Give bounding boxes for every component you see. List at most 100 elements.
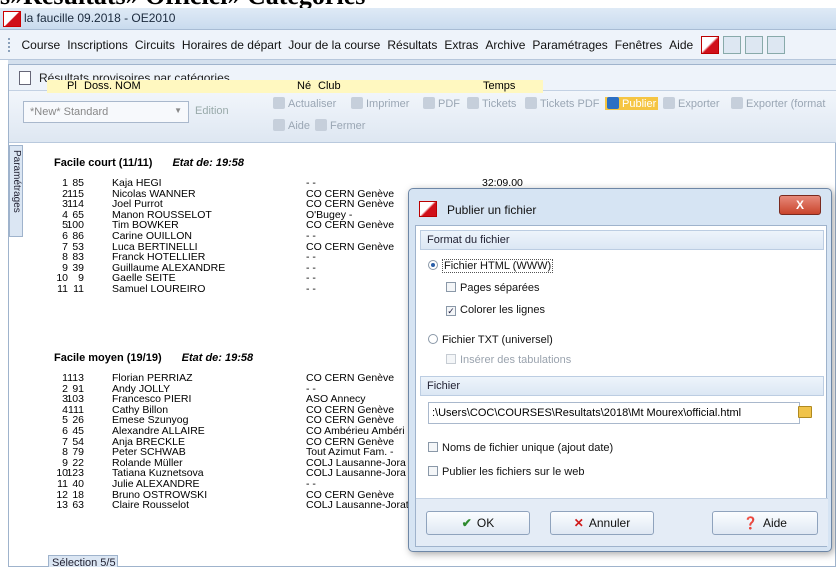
cell-club: CO CERN Genève: [306, 240, 395, 253]
dialog-close-button[interactable]: X: [779, 195, 821, 215]
txt-radio[interactable]: Fichier TXT (universel): [428, 334, 553, 346]
selection-status: Sélection 5/5: [48, 555, 118, 567]
format-group-header: Format du fichier: [420, 230, 824, 250]
export-format-icon: [731, 97, 743, 109]
dialog-title: Publier un fichier: [447, 203, 537, 217]
menu-archive[interactable]: Archive: [482, 38, 529, 52]
app-logo-icon: [3, 11, 21, 27]
publier-web-label: Publier les fichiers sur le web: [442, 466, 585, 478]
page-heading: s»Résultats» Officiel» Catégories: [0, 0, 365, 8]
layout-combo-value: *New* Standard: [30, 106, 109, 118]
annuler-button[interactable]: ✕ Annuler: [550, 511, 654, 535]
menu-parametrages[interactable]: Paramétrages: [529, 38, 611, 52]
pdf-button[interactable]: PDF: [423, 97, 460, 110]
help-icon: ❓: [743, 516, 758, 530]
checkbox-icon: [446, 282, 456, 292]
cell-club: COLJ Lausanne-Jora: [306, 467, 406, 480]
imprimer-label: Imprimer: [366, 98, 410, 110]
cell-club: CO CERN Genève: [306, 219, 395, 232]
publier-web-checkbox[interactable]: Publier les fichiers sur le web: [428, 466, 584, 478]
noms-unique-label: Noms de fichier unique (ajout date): [442, 442, 614, 454]
layout-combo[interactable]: *New* Standard ▼: [23, 101, 189, 123]
cell-club: - -: [306, 283, 316, 295]
tickets-pdf-button[interactable]: Tickets PDF: [525, 97, 600, 110]
cross-icon: ✕: [573, 516, 584, 530]
toolbar-icon-3[interactable]: [766, 35, 785, 54]
tickets-icon: [467, 97, 479, 109]
column-header: Pl Doss. NOM Né Club Temps: [47, 80, 543, 93]
parametrages-side-tab[interactable]: Paramétrages: [9, 145, 23, 237]
pages-separees-checkbox[interactable]: Pages séparées: [446, 282, 540, 294]
menu-aide[interactable]: Aide: [666, 38, 697, 52]
fichier-group-header: Fichier: [420, 376, 824, 396]
dialog-button-row: ✔ OK ✕ Annuler ❓ Aide: [416, 498, 828, 546]
menu-horaires[interactable]: Horaires de départ: [178, 38, 284, 52]
fermer-button[interactable]: Fermer: [315, 119, 365, 132]
actualiser-button[interactable]: Actualiser: [273, 97, 336, 110]
html-radio-label: Fichier HTML (WWW): [442, 259, 554, 273]
menu-circuits[interactable]: Circuits: [131, 38, 178, 52]
noms-unique-checkbox[interactable]: Noms de fichier unique (ajout date): [428, 442, 613, 454]
edition-label: Edition: [195, 105, 229, 117]
exporter-format-button[interactable]: Exporter (format: [731, 97, 831, 110]
file-path-input[interactable]: :\Users\COC\COURSES\Resultats\2018\Mt Mo…: [428, 402, 800, 424]
export-icon: [663, 97, 675, 109]
col-temps: Temps: [483, 80, 516, 92]
category-etat: Etat de: 19:58: [181, 352, 254, 364]
colorer-lignes-checkbox[interactable]: ✓ Colorer les lignes: [446, 304, 545, 316]
screen: s»Résultats» Officiel» Catégories la fau…: [0, 0, 836, 567]
document-icon: [19, 71, 31, 85]
menu-resultats[interactable]: Résultats: [384, 38, 441, 52]
aide-toolbar-button[interactable]: Aide: [273, 119, 310, 132]
parametrages-side-tab-label: Paramétrages: [11, 150, 22, 213]
checkbox-icon: [428, 466, 438, 476]
colorer-lignes-label: Colorer les lignes: [460, 304, 545, 316]
annuler-label: Annuler: [588, 516, 631, 530]
aide-button[interactable]: ❓ Aide: [712, 511, 818, 535]
publier-button[interactable]: Publier: [605, 97, 659, 110]
dialog-titlebar: Publier un fichier X: [409, 189, 831, 223]
actualiser-label: Actualiser: [288, 98, 337, 110]
toolbar-icon-2[interactable]: [744, 35, 763, 54]
menu-extras[interactable]: Extras: [441, 38, 482, 52]
menu-inscriptions[interactable]: Inscriptions: [64, 38, 132, 52]
html-radio[interactable]: Fichier HTML (WWW): [428, 259, 554, 273]
ok-button[interactable]: ✔ OK: [426, 511, 530, 535]
cell-doss: 63: [72, 499, 84, 512]
category-name: Facile court (11/11): [54, 157, 153, 169]
menu-jour[interactable]: Jour de la course: [285, 38, 384, 52]
dialog-body: Format du fichier Fichier HTML (WWW) Pag…: [415, 225, 828, 547]
window-title: la faucille 09.2018 - OE2010: [24, 11, 176, 25]
checkbox-icon: [446, 354, 456, 364]
menu-course[interactable]: Course: [18, 38, 64, 52]
inserer-tabulations-checkbox[interactable]: Insérer des tabulations: [446, 354, 571, 366]
publish-icon: [607, 97, 619, 109]
menu-fenetres[interactable]: Fenêtres: [611, 38, 665, 52]
aide-toolbar-label: Aide: [288, 120, 311, 132]
print-icon: [351, 97, 363, 109]
edition-button[interactable]: Edition: [195, 105, 229, 117]
cell-nom: Samuel LOUREIRO: [112, 283, 206, 295]
col-ne: Né: [297, 80, 312, 92]
folder-icon[interactable]: [798, 406, 812, 418]
cell-doss: 11: [73, 283, 84, 295]
col-pl: Pl: [67, 80, 77, 92]
dialog-logo-icon: [419, 201, 437, 217]
help-icon: [273, 119, 285, 131]
radio-icon: [428, 334, 438, 344]
oe-logo-icon[interactable]: [700, 35, 719, 54]
cell-nom: Claire Rousselot: [112, 499, 190, 512]
pages-separees-label: Pages séparées: [460, 282, 540, 294]
category-header: Facile court (11/11) Etat de: 19:58: [54, 157, 244, 169]
checkbox-icon: [428, 442, 438, 452]
menu-grip: [8, 38, 11, 52]
category-header: Facile moyen (19/19) Etat de: 19:58: [54, 352, 253, 364]
col-doss: Doss.: [84, 80, 113, 92]
exporter-button[interactable]: Exporter: [663, 97, 720, 110]
tickets-button[interactable]: Tickets: [467, 97, 516, 110]
refresh-icon: [273, 97, 285, 109]
publier-label: Publier: [622, 98, 657, 110]
menu-bar: Course Inscriptions Circuits Horaires de…: [0, 30, 836, 60]
imprimer-button[interactable]: Imprimer: [351, 97, 409, 110]
toolbar-icon-1[interactable]: [722, 35, 741, 54]
